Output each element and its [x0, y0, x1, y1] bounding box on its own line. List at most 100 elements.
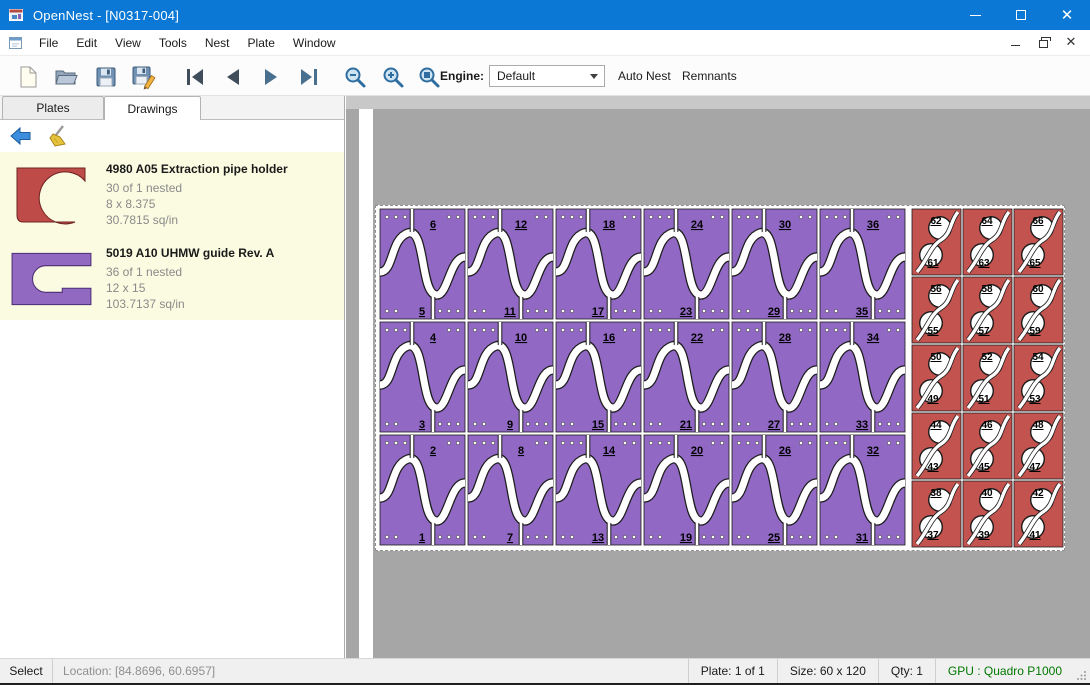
svg-text:8: 8	[518, 445, 524, 457]
purple-part-pair[interactable]: 3635	[820, 209, 905, 319]
remnants-button[interactable]: Remnants	[676, 56, 743, 96]
svg-text:65: 65	[1029, 258, 1041, 269]
menu-file[interactable]: File	[30, 30, 67, 55]
purple-part-pair[interactable]: 87	[468, 435, 553, 545]
svg-text:61: 61	[927, 258, 939, 269]
svg-text:21: 21	[680, 419, 692, 431]
purple-part-pair[interactable]: 65	[380, 209, 465, 319]
mdi-close-button[interactable]: ✕	[1064, 36, 1078, 50]
mdi-restore-button[interactable]	[1036, 36, 1050, 50]
broom-icon	[47, 124, 71, 148]
menu-edit[interactable]: Edit	[67, 30, 106, 55]
svg-text:41: 41	[1029, 530, 1041, 541]
clean-button[interactable]	[44, 123, 74, 149]
svg-text:42: 42	[1032, 488, 1044, 499]
red-part-pair[interactable]: 5857	[963, 277, 1012, 343]
last-icon	[297, 65, 321, 89]
plate-qty: Qty: 1	[878, 659, 935, 683]
menu-nest[interactable]: Nest	[196, 30, 239, 55]
svg-text:23: 23	[680, 306, 692, 318]
open-folder-icon	[54, 65, 78, 89]
zoom-fit-button[interactable]	[415, 63, 442, 90]
tab-plates[interactable]: Plates	[2, 96, 104, 119]
tab-drawings[interactable]: Drawings	[104, 96, 201, 120]
purple-part-pair[interactable]: 1615	[556, 322, 641, 432]
purple-part-pair[interactable]: 2625	[732, 435, 817, 545]
mode-indicator: Select	[0, 664, 52, 678]
engine-select[interactable]: Default	[489, 65, 605, 87]
save-as-button[interactable]	[130, 63, 157, 90]
statusbar: Select Location: [84.8696, 60.6957] Plat…	[0, 658, 1090, 683]
auto-nest-button[interactable]: Auto Nest	[612, 56, 677, 96]
nested-parts-drawing[interactable]: 6512111817242330293635431091615222128273…	[376, 206, 1064, 550]
svg-text:38: 38	[930, 488, 942, 499]
purple-part-pair[interactable]: 1817	[556, 209, 641, 319]
close-button[interactable]: ✕	[1044, 0, 1090, 30]
red-part-pair[interactable]: 38 37	[912, 481, 961, 547]
drawing-item-1[interactable]: 4980 A05 Extraction pipe holder 30 of 1 …	[0, 152, 344, 236]
svg-text:3: 3	[419, 419, 425, 431]
maximize-button[interactable]	[998, 0, 1044, 30]
zoom-out-button[interactable]	[341, 63, 368, 90]
purple-part-pair[interactable]: 3231	[820, 435, 905, 545]
purple-part-pair[interactable]: 1413	[556, 435, 641, 545]
mdi-minimize-button[interactable]	[1008, 36, 1022, 50]
menu-plate[interactable]: Plate	[239, 30, 284, 55]
part-thumbnail-red	[6, 159, 98, 230]
red-part-pair[interactable]: 4645	[963, 413, 1012, 479]
menu-window[interactable]: Window	[284, 30, 345, 55]
purple-part-pair[interactable]: 2827	[732, 322, 817, 432]
plate-size: Size: 60 x 120	[777, 659, 878, 683]
red-part-pair[interactable]: 4847	[1014, 413, 1063, 479]
svg-text:19: 19	[680, 532, 692, 544]
purple-part-pair[interactable]: 109	[468, 322, 553, 432]
menu-tools[interactable]: Tools	[150, 30, 196, 55]
item-size: 8 x 8.375	[106, 196, 288, 212]
side-panel: Plates Drawings	[0, 96, 345, 658]
purple-part-pair[interactable]: 2423	[644, 209, 729, 319]
red-part-pair[interactable]: 4443	[912, 413, 961, 479]
purple-part-pair[interactable]: 2221	[644, 322, 729, 432]
purple-part-pair[interactable]: 3029	[732, 209, 817, 319]
red-part-pair[interactable]: 42 41	[1014, 481, 1063, 547]
menubar: File Edit View Tools Nest Plate Window ✕	[0, 30, 1090, 56]
purple-part-pair[interactable]: 2019	[644, 435, 729, 545]
previous-plate-button[interactable]	[219, 63, 246, 90]
save-icon	[94, 65, 118, 89]
zoom-in-button[interactable]	[379, 63, 406, 90]
nest-canvas[interactable]: 6512111817242330293635431091615222128273…	[346, 96, 1090, 658]
purple-part-pair[interactable]: 3433	[820, 322, 905, 432]
red-part-pair[interactable]: 5655	[912, 277, 961, 343]
plate-count: Plate: 1 of 1	[688, 659, 777, 683]
return-to-plate-button[interactable]	[6, 123, 36, 149]
purple-part-pair[interactable]: 43	[380, 322, 465, 432]
plate-sheet[interactable]: 6512111817242330293635431091615222128273…	[375, 205, 1065, 551]
toolbar: Engine: Default Auto Nest Remnants	[0, 56, 1090, 96]
save-button[interactable]	[92, 63, 119, 90]
svg-text:59: 59	[1029, 326, 1041, 337]
last-plate-button[interactable]	[295, 63, 322, 90]
open-button[interactable]	[52, 63, 79, 90]
menu-view[interactable]: View	[106, 30, 150, 55]
mdi-close-icon: ✕	[1066, 36, 1077, 49]
red-part-pair[interactable]: 6261	[912, 209, 961, 275]
svg-text:37: 37	[927, 530, 939, 541]
red-part-pair[interactable]: 6059	[1014, 277, 1063, 343]
red-part-pair[interactable]: 6463	[963, 209, 1012, 275]
minimize-button[interactable]	[952, 0, 998, 30]
next-plate-button[interactable]	[257, 63, 284, 90]
drawing-item-2[interactable]: 5019 A10 UHMW guide Rev. A 36 of 1 neste…	[0, 236, 344, 320]
purple-part-pair[interactable]: 1211	[468, 209, 553, 319]
red-part-pair[interactable]: 5049	[912, 345, 961, 411]
first-plate-button[interactable]	[181, 63, 208, 90]
red-part-pair[interactable]: 4039	[963, 481, 1012, 547]
red-part-pair[interactable]: 6665	[1014, 209, 1063, 275]
svg-text:39: 39	[978, 530, 990, 541]
resize-grip[interactable]	[1074, 659, 1090, 683]
new-button[interactable]	[14, 63, 41, 90]
svg-text:2: 2	[430, 445, 436, 457]
canvas-top-margin	[346, 96, 1090, 109]
red-part-pair[interactable]: 5453	[1014, 345, 1063, 411]
purple-part-pair[interactable]: 21	[380, 435, 465, 545]
red-part-pair[interactable]: 5251	[963, 345, 1012, 411]
